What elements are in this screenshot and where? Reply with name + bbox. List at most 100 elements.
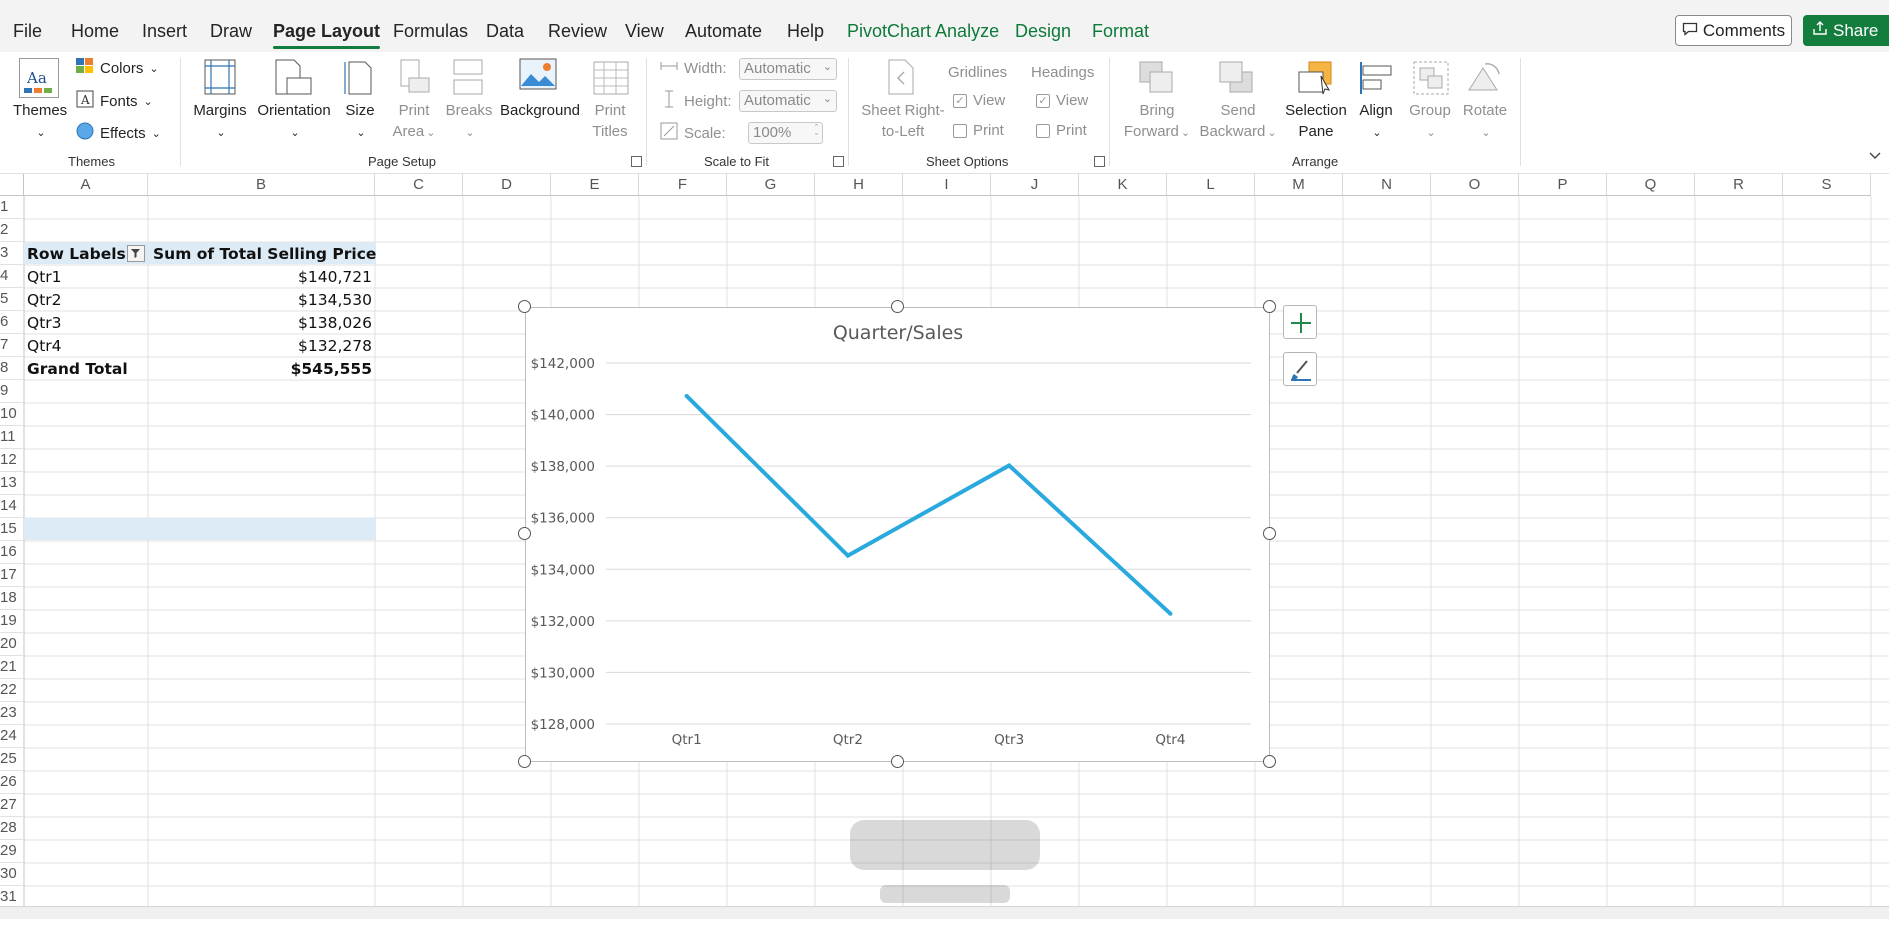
tab-insert[interactable]: Insert	[142, 21, 187, 42]
column-header[interactable]: C	[375, 174, 463, 196]
row-header[interactable]: 9	[0, 380, 23, 403]
column-header[interactable]: Q	[1607, 174, 1695, 196]
column-header[interactable]: P	[1519, 174, 1607, 196]
row-header[interactable]: 20	[0, 633, 23, 656]
background-button[interactable]: Background	[497, 100, 583, 121]
scale-spinner[interactable]: 100% ˆ ˇ	[748, 122, 823, 144]
row-header[interactable]: 14	[0, 495, 23, 518]
row-header[interactable]: 21	[0, 656, 23, 679]
resize-handle[interactable]	[518, 755, 531, 768]
pivot-row-label[interactable]: Qtr4	[27, 335, 62, 357]
tab-automate[interactable]: Automate	[685, 21, 762, 42]
chart-elements-button[interactable]	[1283, 305, 1317, 339]
print-titles-button[interactable]: Print Titles	[584, 100, 636, 142]
row-header[interactable]: 26	[0, 771, 23, 794]
row-header[interactable]: 3	[0, 242, 23, 265]
column-header[interactable]: J	[991, 174, 1079, 196]
pivot-grand-total-label[interactable]: Grand Total	[27, 358, 128, 380]
row-header[interactable]: 17	[0, 564, 23, 587]
row-header[interactable]: 25	[0, 748, 23, 771]
pivot-row-label[interactable]: Qtr1	[27, 266, 62, 288]
fonts-button[interactable]: A Fonts ⌄	[76, 90, 153, 112]
group-button[interactable]: Group ⌄	[1404, 100, 1456, 144]
bring-forward-button[interactable]: Bring Forward ⌄	[1120, 100, 1194, 144]
row-header[interactable]: 15	[0, 518, 23, 541]
themes-button[interactable]: Themes ⌄	[13, 100, 67, 144]
column-header[interactable]: N	[1343, 174, 1431, 196]
tab-data[interactable]: Data	[486, 21, 524, 42]
column-header[interactable]: A	[24, 174, 148, 196]
gridlines-print-checkbox[interactable]: Print	[953, 122, 1004, 139]
filter-icon[interactable]	[127, 245, 145, 262]
tab-format[interactable]: Format	[1092, 21, 1149, 42]
row-header[interactable]: 19	[0, 610, 23, 633]
row-header[interactable]: 24	[0, 725, 23, 748]
tab-draw[interactable]: Draw	[210, 21, 252, 42]
collapse-ribbon-icon[interactable]	[1868, 148, 1882, 166]
row-header[interactable]: 6	[0, 311, 23, 334]
gridlines-view-checkbox[interactable]: ✓ View	[953, 92, 1005, 109]
row-header[interactable]: 23	[0, 702, 23, 725]
column-header[interactable]: D	[463, 174, 551, 196]
share-button[interactable]: Share	[1803, 15, 1889, 46]
row-header[interactable]: 31	[0, 886, 23, 906]
column-header[interactable]: K	[1079, 174, 1167, 196]
row-header[interactable]: 29	[0, 840, 23, 863]
pivot-row-value[interactable]: $132,278	[200, 335, 372, 357]
column-header[interactable]: O	[1431, 174, 1519, 196]
resize-handle[interactable]	[1263, 300, 1276, 313]
resize-handle[interactable]	[1263, 755, 1276, 768]
pivot-row-value[interactable]: $140,721	[200, 266, 372, 288]
row-header[interactable]: 18	[0, 587, 23, 610]
column-header[interactable]: F	[639, 174, 727, 196]
breaks-button[interactable]: Breaks ⌄	[444, 100, 494, 144]
send-backward-button[interactable]: Send Backward ⌄	[1196, 100, 1280, 144]
column-header[interactable]: B	[148, 174, 375, 196]
width-select[interactable]: Automatic ⌄	[739, 58, 837, 80]
row-header[interactable]: 4	[0, 265, 23, 288]
tab-design[interactable]: Design	[1015, 21, 1071, 42]
data-point[interactable]	[684, 393, 689, 398]
row-header[interactable]: 5	[0, 288, 23, 311]
rotate-button[interactable]: Rotate ⌄	[1458, 100, 1512, 144]
comments-button[interactable]: Comments	[1675, 15, 1792, 46]
sheet-options-launcher-icon[interactable]	[1094, 156, 1105, 167]
data-point[interactable]	[845, 553, 850, 558]
row-header[interactable]: 27	[0, 794, 23, 817]
pivot-grand-total-value[interactable]: $545,555	[200, 358, 372, 380]
selection-pane-button[interactable]: Selection Pane	[1282, 100, 1350, 142]
sheet-right-to-left-button[interactable]: Sheet Right-to-Left	[858, 100, 948, 142]
pivot-row-label[interactable]: Qtr3	[27, 312, 62, 334]
column-header[interactable]: M	[1255, 174, 1343, 196]
row-header[interactable]: 30	[0, 863, 23, 886]
column-header[interactable]: S	[1783, 174, 1871, 196]
pivot-chart[interactable]: Quarter/Sales $128,000 $130,000 $132,000 $1…	[525, 307, 1270, 762]
row-header[interactable]: 2	[0, 219, 23, 242]
sheet-tab-strip[interactable]	[0, 906, 1889, 919]
headings-view-checkbox[interactable]: ✓ View	[1036, 92, 1088, 109]
row-header[interactable]: 8	[0, 357, 23, 380]
row-header[interactable]: 28	[0, 817, 23, 840]
row-header[interactable]: 16	[0, 541, 23, 564]
resize-handle[interactable]	[891, 300, 904, 313]
tab-file[interactable]: File	[13, 21, 42, 42]
column-header[interactable]: I	[903, 174, 991, 196]
tab-review[interactable]: Review	[548, 21, 607, 42]
headings-print-checkbox[interactable]: Print	[1036, 122, 1087, 139]
column-header[interactable]: G	[727, 174, 815, 196]
chart-title[interactable]: Quarter/Sales	[833, 322, 963, 344]
resize-handle[interactable]	[518, 300, 531, 313]
row-header[interactable]: 12	[0, 449, 23, 472]
colors-button[interactable]: Colors ⌄	[76, 58, 159, 78]
pivot-row-labels-header[interactable]: Row Labels	[27, 243, 126, 265]
scale-to-fit-launcher-icon[interactable]	[833, 156, 844, 167]
column-header[interactable]: H	[815, 174, 903, 196]
row-header[interactable]: 10	[0, 403, 23, 426]
height-select[interactable]: Automatic ⌄	[739, 90, 837, 112]
size-button[interactable]: Size ⌄	[342, 100, 378, 144]
column-header[interactable]: L	[1167, 174, 1255, 196]
pivot-row-label[interactable]: Qtr2	[27, 289, 62, 311]
tab-formulas[interactable]: Formulas	[393, 21, 468, 42]
resize-handle[interactable]	[891, 755, 904, 768]
tab-home[interactable]: Home	[71, 21, 119, 42]
